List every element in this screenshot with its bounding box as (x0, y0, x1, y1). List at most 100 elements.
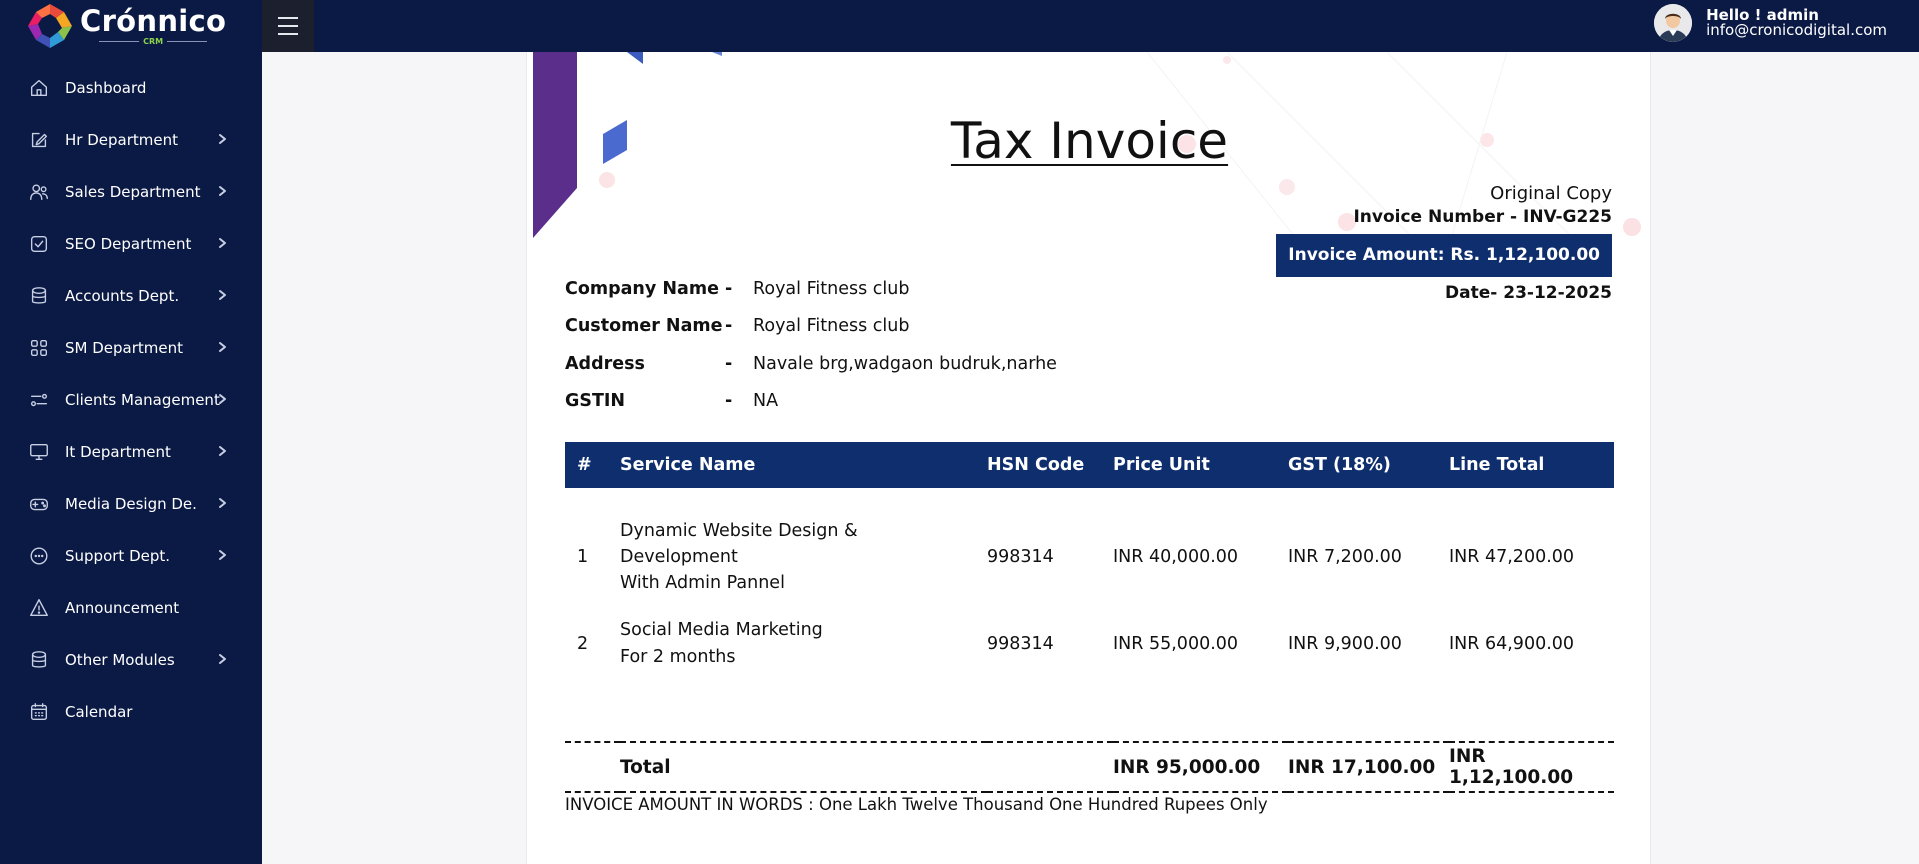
chevron-right-icon (216, 287, 230, 301)
database-icon (27, 284, 51, 308)
sidebar-item-dashboard[interactable]: Dashboard (0, 62, 262, 114)
row-gst: INR 9,900.00 (1288, 633, 1402, 654)
sidebar-item-hr-department[interactable]: Hr Department (0, 114, 262, 166)
info-row-customer-name: Customer Name - Royal Fitness club (565, 308, 1057, 346)
sidebar-item-label: Announcement (65, 599, 180, 617)
brand-name: Crónnico (80, 4, 227, 38)
chevron-right-icon (216, 651, 230, 665)
menu-toggle-button[interactable] (262, 0, 314, 52)
row-price: INR 55,000.00 (1113, 633, 1239, 654)
users-icon (27, 180, 51, 204)
grid-icon (27, 336, 51, 360)
sidebar-item-it-department[interactable]: It Department (0, 426, 262, 478)
sidebar-item-sales-department[interactable]: Sales Department (0, 166, 262, 218)
sidebar-item-label: Accounts Dept. (65, 287, 180, 305)
invoice-number: Invoice Number - INV-G225 (1353, 207, 1612, 227)
row-service: Social Media Marketing For 2 months (620, 620, 823, 667)
sidebar-item-label: Other Modules (65, 651, 175, 669)
info-label: Company Name (565, 278, 719, 299)
logo-mark-icon (26, 2, 74, 50)
info-label: GSTIN (565, 391, 626, 412)
info-label: Address (565, 353, 645, 374)
total-line-total: INR 1,12,100.00 (1449, 742, 1614, 793)
brand-sub: CRM (143, 37, 164, 46)
sidebar-item-media-design-de[interactable]: Media Design De. (0, 478, 262, 530)
amount-in-words: INVOICE AMOUNT IN WORDS : One Lakh Twelv… (565, 795, 1268, 814)
info-separator: - (725, 316, 733, 337)
sidebar: Crónnico CRM Dashboard Hr Department Sales… (0, 0, 262, 864)
home-icon (27, 76, 51, 100)
info-separator: - (725, 278, 733, 299)
table-header-row: # Service Name HSN Code Price Unit GST (… (565, 442, 1614, 488)
sidebar-item-support-dept[interactable]: Support Dept. (0, 530, 262, 582)
row-hsn: 998314 (987, 547, 1054, 567)
row-gst: INR 7,200.00 (1288, 547, 1402, 567)
invoice-meta: Original Copy Invoice Number - INV-G225 … (1276, 182, 1612, 304)
chevron-right-icon (216, 339, 230, 353)
brand-logo[interactable]: Crónnico CRM (0, 0, 262, 52)
alert-icon (27, 596, 51, 620)
row-num: 1 (577, 547, 589, 567)
check-square-icon (27, 232, 51, 256)
sidebar-item-label: Hr Department (65, 131, 178, 149)
sidebar-item-label: SEO Department (65, 235, 192, 253)
database-icon (27, 648, 51, 672)
row-num: 2 (577, 633, 589, 654)
info-row-gstin: GSTIN - NA (565, 383, 1057, 421)
sidebar-item-label: SM Department (65, 339, 184, 357)
col-header-num: # (565, 442, 620, 488)
info-value: Royal Fitness club (753, 278, 910, 299)
sidebar-item-seo-department[interactable]: SEO Department (0, 218, 262, 270)
table-row: 2 Social Media Marketing For 2 months 99… (565, 606, 1614, 682)
sidebar-item-label: It Department (65, 443, 171, 461)
sidebar-item-accounts-dept[interactable]: Accounts Dept. (0, 270, 262, 322)
invoice-title: Tax Invoice (950, 112, 1229, 170)
invoice-items-table: # Service Name HSN Code Price Unit GST (… (565, 442, 1614, 793)
edit-icon (27, 128, 51, 152)
row-line-total: INR 47,200.00 (1449, 547, 1575, 567)
total-price: INR 95,000.00 (1113, 742, 1288, 793)
avatar[interactable] (1654, 4, 1693, 42)
table-row: 1 Dynamic Website Design & Development W… (565, 508, 1614, 606)
totals-row: Total INR 95,000.00 INR 17,100.00 INR 1,… (565, 742, 1614, 793)
chevron-right-icon (216, 391, 230, 405)
row-hsn: 998314 (987, 633, 1054, 654)
info-value: Royal Fitness club (753, 316, 910, 337)
sidebar-item-label: Sales Department (65, 183, 201, 201)
chevron-right-icon (216, 547, 230, 561)
col-header-line-total: Line Total (1449, 442, 1614, 488)
info-row-address: Address - Navale brg,wadgaon budruk,narhe (565, 345, 1057, 383)
total-gst: INR 17,100.00 (1288, 742, 1449, 793)
hamburger-icon (278, 17, 298, 19)
col-header-hsn: HSN Code (987, 442, 1113, 488)
calendar-icon (27, 700, 51, 724)
sidebar-item-calendar[interactable]: Calendar (0, 686, 262, 738)
user-email: info@cronicodigital.com (1706, 21, 1887, 39)
sidebar-item-label: Dashboard (65, 79, 147, 97)
chat-icon (27, 544, 51, 568)
sliders-icon (27, 388, 51, 412)
col-header-price: Price Unit (1113, 442, 1288, 488)
chevron-right-icon (216, 235, 230, 249)
info-value: NA (753, 391, 779, 412)
sidebar-item-label: Clients Management (65, 391, 220, 409)
col-header-gst: GST (18%) (1288, 442, 1449, 488)
sidebar-item-announcement[interactable]: Announcement (0, 582, 262, 634)
invoice-amount-badge: Invoice Amount: Rs. 1,12,100.00 (1276, 234, 1612, 277)
top-header: Hello ! admin info@cronicodigital.com (262, 0, 1919, 52)
gamepad-icon (27, 492, 51, 516)
customer-info: Company Name - Royal Fitness club Customer … (565, 270, 1057, 420)
chevron-right-icon (216, 131, 230, 145)
sidebar-item-sm-department[interactable]: SM Department (0, 322, 262, 374)
col-header-service: Service Name (620, 442, 987, 488)
info-separator: - (725, 391, 733, 412)
sidebar-item-other-modules[interactable]: Other Modules (0, 634, 262, 686)
invoice-document: Tax Invoice Original Copy Invoice Number… (526, 52, 1651, 864)
user-menu[interactable]: Hello ! admin info@cronicodigital.com (1654, 4, 1887, 42)
info-label: Customer Name (565, 316, 723, 337)
info-value: Navale brg,wadgaon budruk,narhe (753, 353, 1057, 374)
chevron-right-icon (216, 183, 230, 197)
sidebar-item-clients-management[interactable]: Clients Management (0, 374, 262, 426)
info-separator: - (725, 353, 733, 374)
chevron-right-icon (216, 443, 230, 457)
